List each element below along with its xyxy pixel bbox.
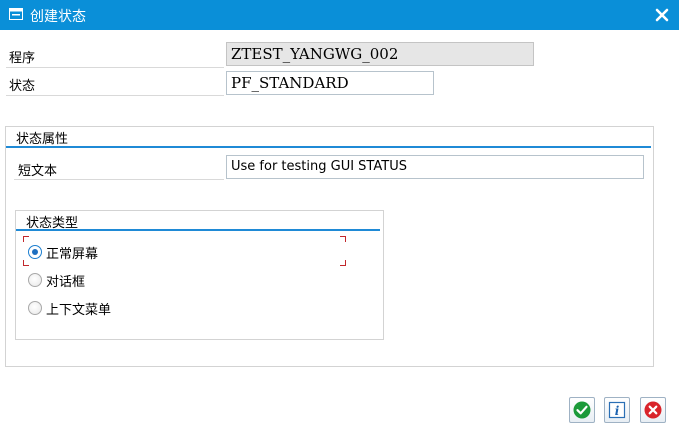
program-row-divider: [6, 67, 224, 68]
dialog-title: 创建状态: [30, 9, 86, 25]
focus-corner-top-right: [340, 236, 346, 242]
info-icon: i: [608, 401, 626, 419]
status-field[interactable]: PF_STANDARD: [226, 71, 434, 95]
status-attributes-header-line: [6, 146, 651, 148]
status-type-header-line: [16, 229, 380, 231]
cancel-icon: [644, 401, 662, 419]
status-type-option-label: 上下文菜单: [46, 302, 112, 318]
confirm-button[interactable]: [569, 397, 595, 423]
radio-unselected-icon[interactable]: [28, 301, 42, 315]
short-text-label: 短文本: [18, 164, 58, 179]
status-type-option-label: 对话框: [46, 274, 86, 290]
status-attributes-title: 状态属性: [16, 132, 69, 147]
radio-unselected-icon[interactable]: [28, 273, 42, 287]
focus-corner-bottom-right: [340, 260, 346, 266]
status-type-option-context-menu[interactable]: 上下文菜单: [28, 298, 111, 318]
status-row-divider: [6, 95, 224, 96]
cancel-button[interactable]: [640, 397, 666, 423]
svg-text:i: i: [615, 404, 620, 418]
dialog-title-bar: 创建状态: [0, 0, 679, 30]
status-type-option-normal-screen[interactable]: 正常屏幕: [28, 242, 98, 262]
status-label: 状态: [9, 79, 36, 94]
checkmark-icon: [573, 401, 591, 419]
short-text-field[interactable]: Use for testing GUI STATUS: [226, 155, 644, 179]
short-text-row-divider: [14, 179, 224, 180]
status-type-option-dialog-box[interactable]: 对话框: [28, 270, 85, 290]
program-label: 程序: [9, 51, 36, 66]
status-type-option-label: 正常屏幕: [46, 246, 99, 262]
create-icon: [9, 8, 23, 20]
radio-selected-icon[interactable]: [28, 245, 42, 259]
info-button[interactable]: i: [604, 397, 630, 423]
program-field: ZTEST_YANGWG_002: [226, 42, 534, 66]
close-icon[interactable]: [653, 6, 671, 24]
